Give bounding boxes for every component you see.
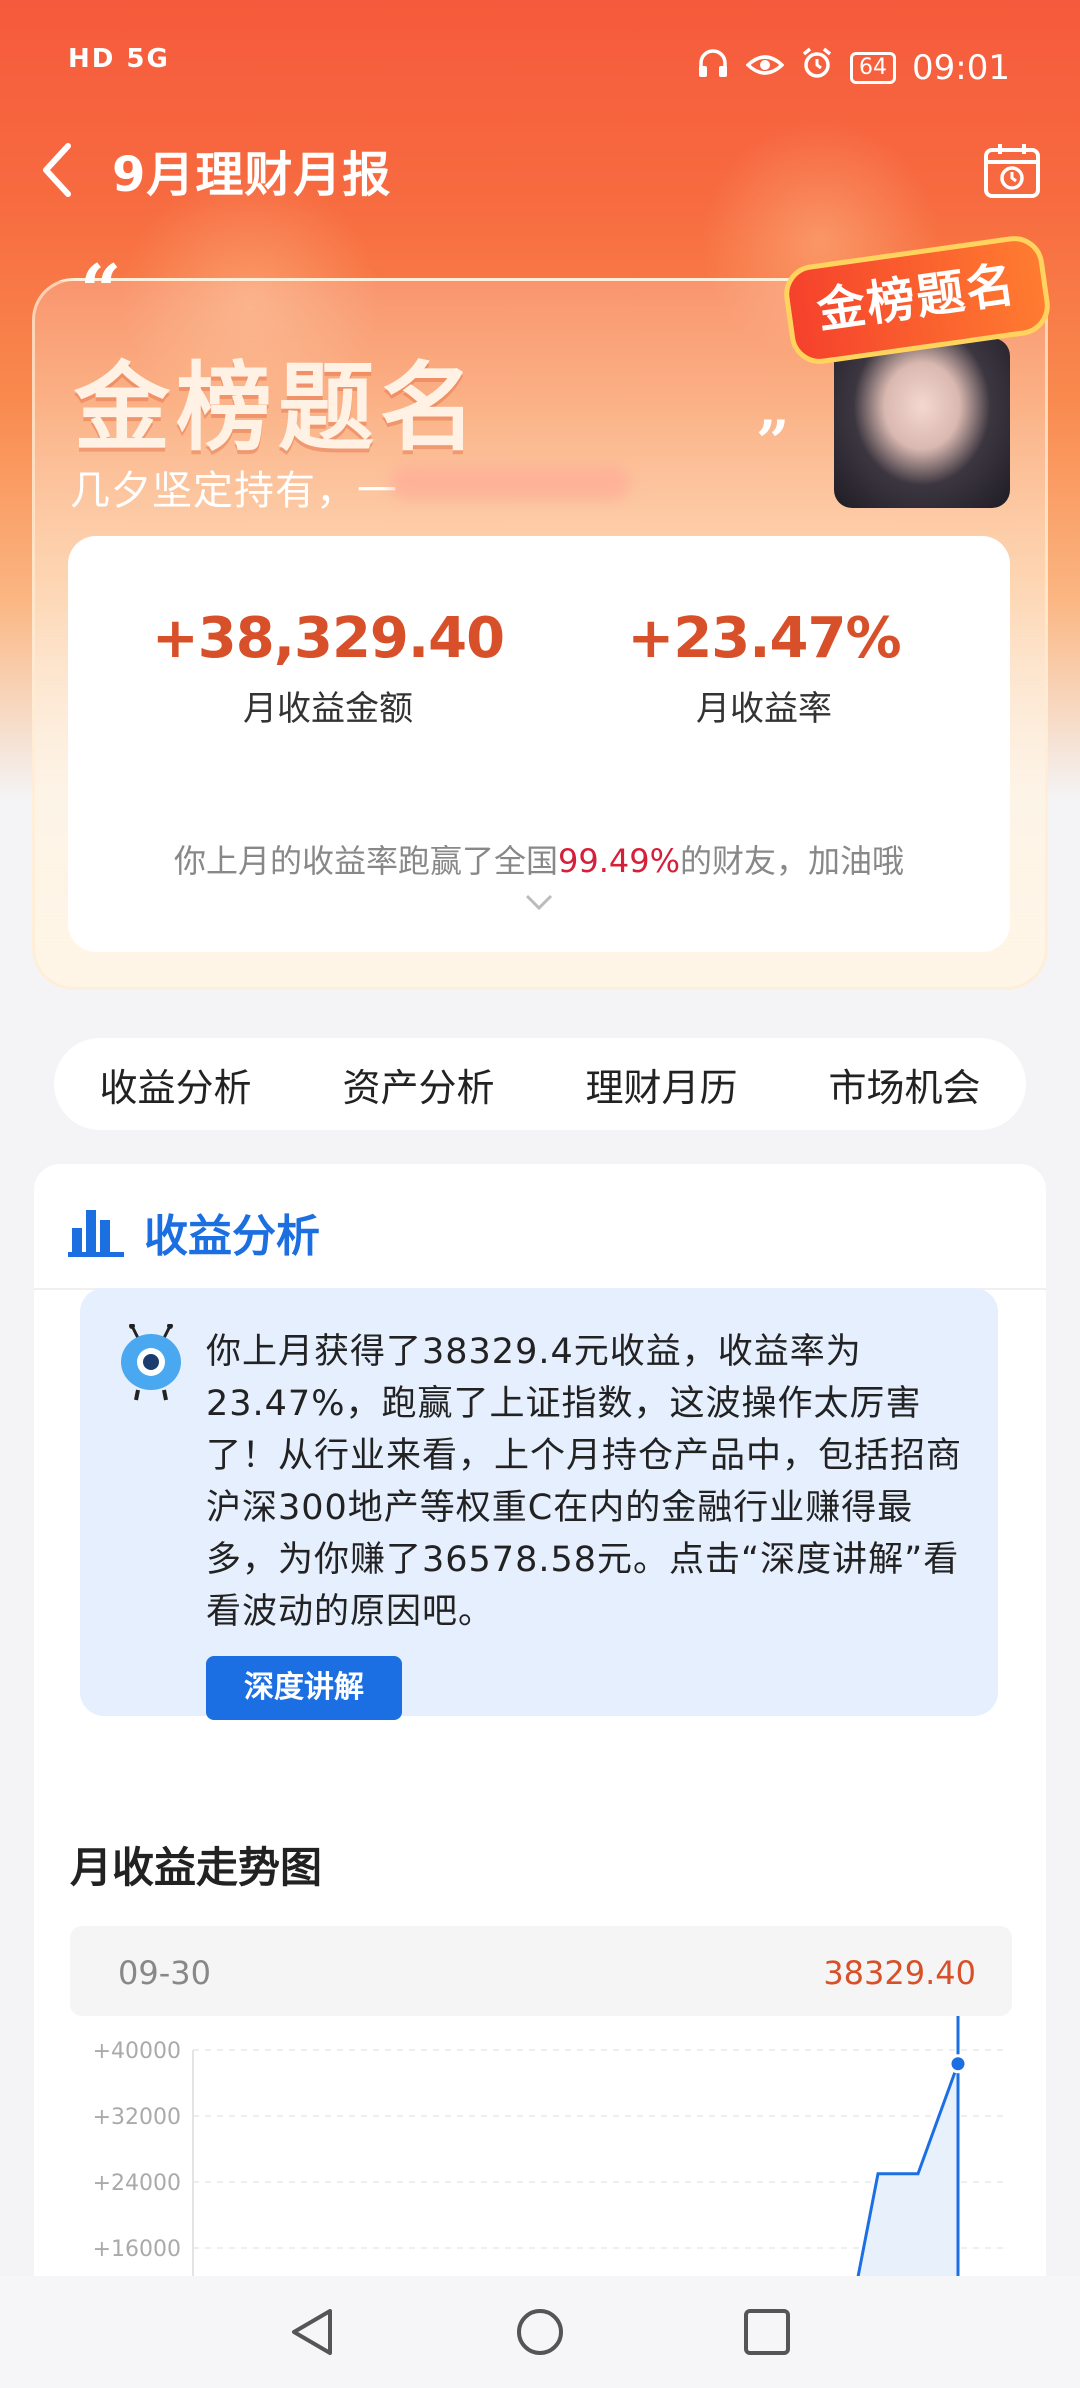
- headphones-icon: [696, 46, 730, 89]
- tab-profit-analysis[interactable]: 收益分析: [99, 1057, 251, 1112]
- y-tick-label: +16000: [93, 2237, 181, 2262]
- chevron-down-icon[interactable]: [524, 892, 554, 912]
- profit-analysis-panel: 收益分析 你上月获得了38329.4元收益，收益率为23.47%，跑赢了上证指数…: [34, 1164, 1046, 2388]
- y-tick-label: +40000: [93, 2039, 181, 2064]
- calendar-clock-icon[interactable]: [982, 140, 1042, 200]
- y-tick-label: +32000: [93, 2105, 181, 2130]
- quote-close-mark: ”: [756, 408, 790, 476]
- tooltip-value: 38329.40: [823, 1954, 976, 1992]
- page: HD 5G 64 09:01 9月理财月报 “ 金榜题名 几夕坚定持有，一 ” …: [0, 0, 1080, 2388]
- achievement-subtitle: 几夕坚定持有，一: [70, 468, 398, 514]
- tab-asset-analysis[interactable]: 资产分析: [342, 1057, 494, 1112]
- monthly-rate-value: +23.47%: [627, 606, 901, 671]
- monthly-rate-stat: +23.47% 月收益率: [554, 606, 974, 730]
- clock: 09:01: [912, 47, 1010, 88]
- nav-recents-icon[interactable]: [740, 2305, 794, 2359]
- back-arrow-icon[interactable]: [38, 140, 78, 200]
- panel-title: 收益分析: [144, 1211, 320, 1262]
- alarm-icon: [800, 46, 834, 89]
- section-tabs: 收益分析 资产分析 理财月历 市场机会: [54, 1038, 1026, 1130]
- analysis-note: 你上月获得了38329.4元收益，收益率为23.47%，跑赢了上证指数，这波操作…: [80, 1288, 998, 1720]
- nav-back-icon[interactable]: [286, 2305, 340, 2359]
- nav-home-icon[interactable]: [513, 2305, 567, 2359]
- tooltip-date: 09-30: [118, 1954, 211, 1992]
- monthly-profit-stat: +38,329.40 月收益金额: [118, 606, 538, 730]
- avatar: [834, 338, 1010, 508]
- blurred-text: [390, 466, 630, 500]
- y-tick-label: +24000: [93, 2171, 181, 2196]
- eye-icon: [745, 48, 785, 88]
- tab-market-opportunity[interactable]: 市场机会: [828, 1057, 980, 1112]
- monthly-profit-label: 月收益金额: [243, 689, 413, 729]
- battery-icon: 64: [850, 51, 897, 84]
- tab-finance-calendar[interactable]: 理财月历: [585, 1057, 737, 1112]
- analysis-text: 你上月获得了38329.4元收益，收益率为23.47%，跑赢了上证指数，这波操作…: [206, 1332, 963, 1632]
- achievement-title: 金榜题名: [74, 352, 482, 464]
- page-title: 9月理财月报: [112, 147, 392, 203]
- robot-mascot-icon: [121, 1324, 181, 1401]
- bar-chart-icon: [68, 1210, 124, 1257]
- quote-open-mark: “: [80, 248, 122, 333]
- status-icons: 64 09:01: [696, 46, 1010, 89]
- monthly-profit-value: +38,329.40: [151, 606, 505, 671]
- rank-suffix: 的财友，加油哦: [680, 842, 905, 880]
- system-nav-bar: [0, 2276, 1080, 2388]
- trend-chart-title: 月收益走势图: [70, 1843, 323, 1892]
- status-bar: HD 5G 64 09:01: [0, 0, 1080, 130]
- chart-tooltip: 09-30 38329.40: [70, 1926, 1012, 2016]
- rank-percent: 99.49%: [557, 842, 680, 880]
- rank-prefix: 你上月的收益率跑赢了全国: [173, 842, 558, 880]
- rank-text: 你上月的收益率跑赢了全国99.49%的财友，加油哦: [68, 836, 1010, 882]
- deep-explain-button[interactable]: 深度讲解: [206, 1656, 402, 1720]
- network-indicator: HD 5G: [68, 44, 170, 74]
- highlight-point[interactable]: [948, 2054, 968, 2074]
- panel-header: 收益分析: [68, 1200, 320, 1264]
- monthly-rate-label: 月收益率: [696, 689, 832, 729]
- stats-card: +38,329.40 月收益金额 +23.47% 月收益率 你上月的收益率跑赢了…: [68, 536, 1010, 952]
